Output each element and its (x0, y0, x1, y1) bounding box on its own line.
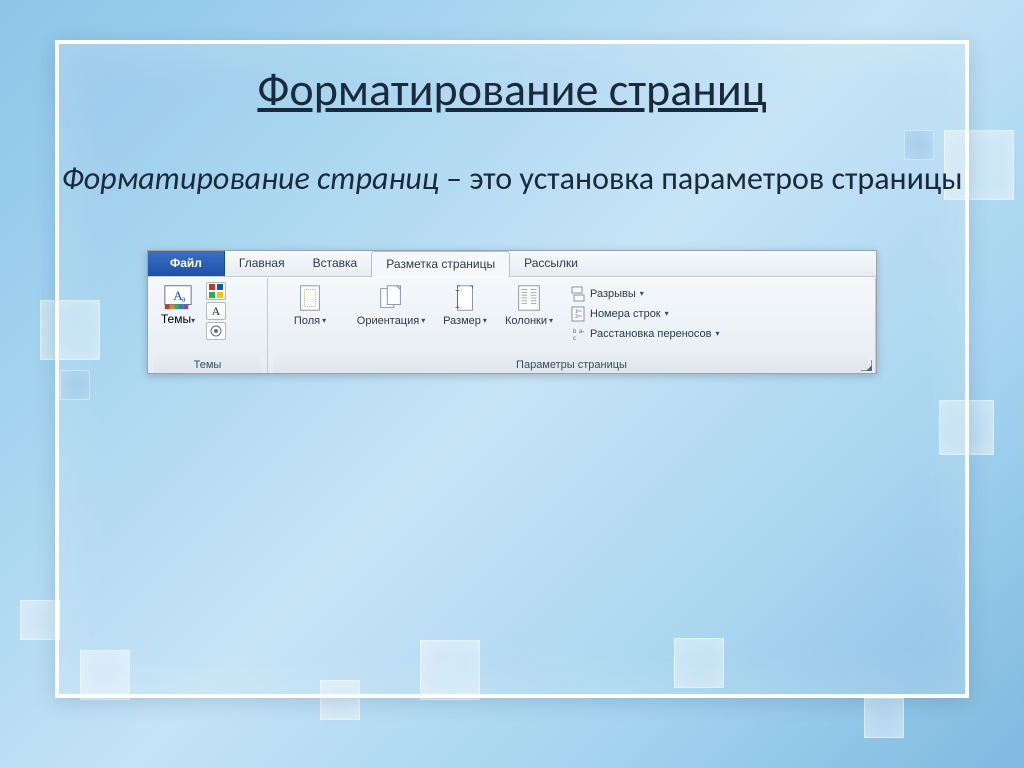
tab-mailings[interactable]: Рассылки (510, 251, 592, 276)
dropdown-icon: ▾ (640, 289, 644, 298)
dropdown-icon: ▾ (483, 316, 487, 325)
tab-file[interactable]: Файл (148, 251, 225, 276)
group-label-themes: Темы (154, 357, 261, 373)
columns-label: Колонки (505, 315, 547, 327)
colors-icon (208, 283, 224, 299)
effects-icon (208, 323, 224, 339)
theme-effects-button[interactable] (206, 322, 226, 340)
line-numbers-label: Номера строк (590, 308, 661, 320)
group-label-page-setup: Параметры страницы (274, 357, 869, 373)
dropdown-icon: ▾ (322, 316, 326, 325)
dropdown-icon: ▾ (665, 309, 669, 318)
columns-icon (514, 283, 544, 313)
svg-text:A: A (212, 304, 221, 318)
tab-home[interactable]: Главная (225, 251, 299, 276)
breaks-button[interactable]: Разрывы ▾ (570, 286, 720, 302)
margins-button[interactable]: Поля▾ (274, 280, 346, 327)
columns-button[interactable]: Колонки▾ (498, 280, 560, 327)
orientation-button[interactable]: Ориентация▾ (350, 280, 432, 327)
word-ribbon-screenshot: Файл Главная Вставка Разметка страницы Р… (147, 250, 877, 374)
breaks-label: Разрывы (590, 288, 636, 300)
hyphenation-button[interactable]: b a- c Расстановка переносов ▾ (570, 326, 720, 342)
margins-icon (295, 283, 325, 313)
dropdown-icon: ▾ (421, 316, 425, 325)
group-page-setup: Поля▾ Ориентация▾ (268, 278, 876, 373)
orientation-label: Ориентация (357, 315, 419, 327)
themes-button[interactable]: A a Темы▾ (154, 280, 202, 326)
theme-colors-button[interactable] (206, 282, 226, 300)
hyphenation-icon: b a- c (570, 326, 586, 342)
fonts-icon: A (208, 303, 224, 319)
svg-text:2: 2 (575, 314, 578, 320)
page-setup-dialog-launcher[interactable] (861, 360, 872, 371)
themes-icon: A a (163, 282, 193, 312)
size-label: Размер (443, 315, 481, 327)
svg-text:a-: a- (579, 329, 584, 335)
svg-text:b: b (573, 329, 577, 335)
slide-title: Форматирование страниц (59, 62, 965, 118)
breaks-icon (570, 286, 586, 302)
definition-term: Форматирование страниц (61, 159, 438, 198)
group-themes: A a Темы▾ (148, 278, 268, 373)
slide-frame: Форматирование страниц Форматирование ст… (55, 40, 969, 698)
svg-text:c: c (573, 336, 576, 342)
size-icon (450, 283, 480, 313)
ribbon-body: A a Темы▾ (148, 277, 876, 373)
size-button[interactable]: Размер▾ (436, 280, 494, 327)
hyphenation-label: Расстановка переносов (590, 328, 711, 340)
dropdown-icon: ▾ (715, 329, 719, 338)
slide-definition: Форматирование страниц – это установка п… (59, 158, 965, 200)
margins-label: Поля (294, 315, 320, 327)
orientation-icon (376, 283, 406, 313)
line-numbers-button[interactable]: 1 2 Номера строк ▾ (570, 306, 720, 322)
line-numbers-icon: 1 2 (570, 306, 586, 322)
theme-fonts-button[interactable]: A (206, 302, 226, 320)
tab-insert[interactable]: Вставка (299, 251, 372, 276)
themes-button-label: Темы (161, 312, 191, 326)
ribbon-tabs: Файл Главная Вставка Разметка страницы Р… (148, 251, 876, 277)
dropdown-icon: ▾ (191, 316, 195, 325)
tab-page-layout[interactable]: Разметка страницы (371, 251, 510, 277)
definition-text: – это установка параметров страницы (439, 159, 963, 198)
dropdown-icon: ▾ (549, 316, 553, 325)
svg-text:a: a (182, 293, 186, 303)
